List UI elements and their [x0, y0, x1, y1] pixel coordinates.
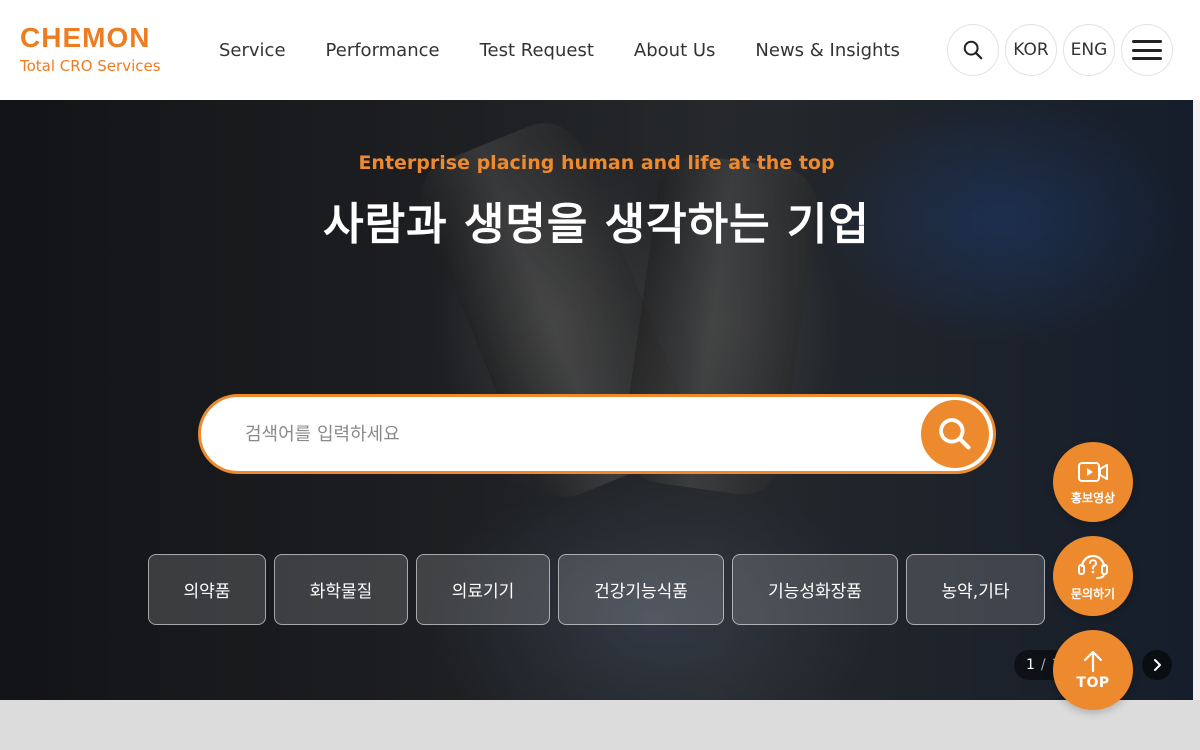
hero-search-input[interactable]: [245, 397, 905, 471]
hero-eyebrow: Enterprise placing human and life at the…: [358, 152, 835, 174]
category-medical-devices[interactable]: 의료기기: [416, 554, 550, 625]
hamburger-icon: [1132, 40, 1162, 60]
pager-separator: /: [1040, 657, 1046, 673]
chemon-logo[interactable]: CHEMON Total CRO Services: [20, 24, 180, 76]
arrow-up-icon: [1083, 650, 1103, 673]
chevron-right-icon: [1154, 659, 1161, 671]
search-icon: [939, 418, 971, 450]
promo-video-button[interactable]: 홍보영상: [1053, 442, 1133, 522]
logo-wordmark: CHEMON: [20, 22, 151, 53]
logo-tagline: Total CRO Services: [20, 57, 161, 75]
inquiry-label: 문의하기: [1070, 586, 1116, 601]
pager-current: 1: [1026, 657, 1035, 673]
hero-title: 사람과 생명을 생각하는 기업: [323, 199, 870, 250]
nav-test-request[interactable]: Test Request: [460, 40, 614, 61]
category-buttons: 의약품 화학물질 의료기기 건강기능식품 기능성화장품 농약,기타: [148, 554, 1045, 625]
hero-banner: Enterprise placing human and life at the…: [0, 100, 1193, 700]
lang-eng-button[interactable]: ENG: [1063, 24, 1115, 76]
category-functional-cosmetics[interactable]: 기능성화장품: [732, 554, 898, 625]
search-icon: [963, 40, 983, 60]
scroll-to-top-label: TOP: [1076, 675, 1110, 691]
hero-search-submit-button[interactable]: [921, 400, 989, 468]
help-headset-icon: [1078, 554, 1108, 579]
nav-performance[interactable]: Performance: [306, 40, 460, 61]
nav-service[interactable]: Service: [199, 40, 306, 61]
site-header: CHEMON Total CRO Services Service Perfor…: [0, 0, 1200, 100]
category-chemicals[interactable]: 화학물질: [274, 554, 408, 625]
main-nav: Service Performance Test Request About U…: [199, 0, 920, 100]
category-pesticides-etc[interactable]: 농약,기타: [906, 554, 1045, 625]
page-scrollbar[interactable]: [1193, 100, 1200, 700]
lang-kor-button[interactable]: KOR: [1005, 24, 1057, 76]
next-section-band: [0, 700, 1200, 750]
category-health-functional-foods[interactable]: 건강기능식품: [558, 554, 724, 625]
nav-news-insights[interactable]: News & Insights: [735, 40, 919, 61]
menu-button[interactable]: [1121, 24, 1173, 76]
hero-search-bar: [198, 394, 996, 474]
video-camera-icon: [1078, 461, 1108, 482]
nav-about-us[interactable]: About Us: [614, 40, 736, 61]
scroll-to-top-button[interactable]: TOP: [1053, 630, 1133, 710]
header-search-button[interactable]: [947, 24, 999, 76]
slide-next-button[interactable]: [1142, 650, 1172, 680]
inquiry-button[interactable]: 문의하기: [1053, 536, 1133, 616]
promo-video-label: 홍보영상: [1070, 490, 1116, 505]
category-pharmaceuticals[interactable]: 의약품: [148, 554, 266, 625]
